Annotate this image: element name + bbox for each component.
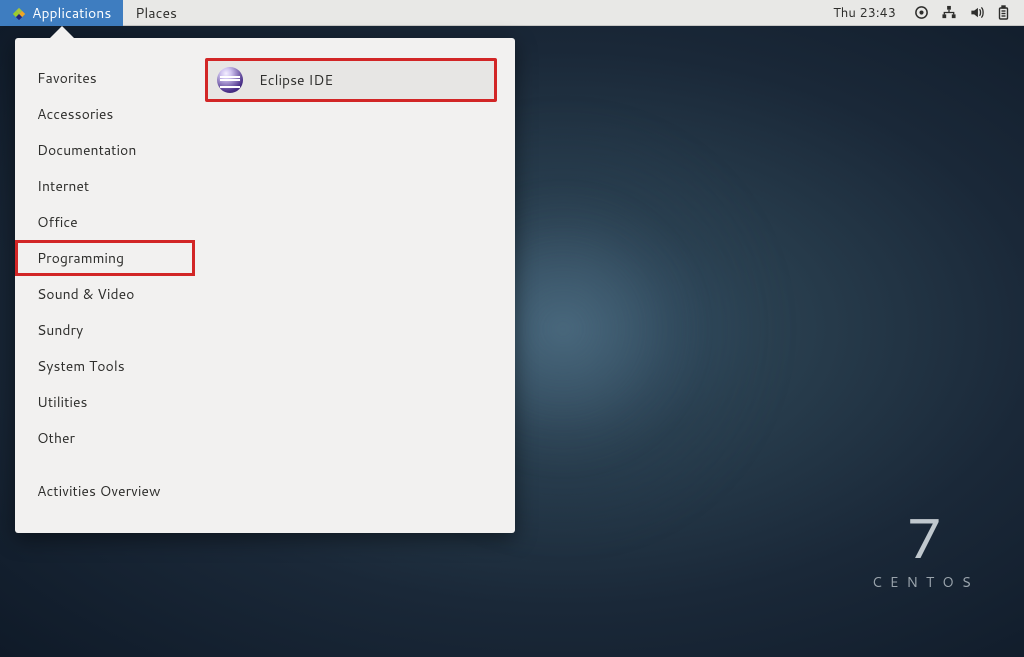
applications-label: Applications (32, 3, 111, 23)
category-item-utilities[interactable]: Utilities (15, 384, 195, 420)
places-label: Places (135, 3, 177, 23)
category-item-office[interactable]: Office (15, 204, 195, 240)
distro-icon (12, 6, 26, 20)
category-item-sundry[interactable]: Sundry (15, 312, 195, 348)
network-icon[interactable] (941, 5, 957, 20)
app-item-eclipse-ide[interactable]: Eclipse IDE (205, 58, 497, 102)
system-tray: Thu 23:43 (833, 4, 1024, 22)
menu-arrow (50, 26, 74, 38)
volume-icon[interactable] (969, 5, 985, 20)
places-menu-button[interactable]: Places (123, 0, 189, 26)
category-pane: FavoritesAccessoriesDocumentationInterne… (15, 38, 195, 533)
eclipse-icon (217, 67, 243, 93)
centos-version: 7 (872, 510, 979, 566)
activities-overview[interactable]: Activities Overview (15, 471, 195, 519)
applications-menu: FavoritesAccessoriesDocumentationInterne… (15, 38, 515, 533)
centos-branding: 7 CENTOS (872, 510, 979, 592)
category-item-documentation[interactable]: Documentation (15, 132, 195, 168)
category-item-accessories[interactable]: Accessories (15, 96, 195, 132)
clock[interactable]: Thu 23:43 (833, 4, 896, 22)
centos-name: CENTOS (872, 572, 979, 592)
top-panel: Applications Places Thu 23:43 (0, 0, 1024, 26)
category-item-programming[interactable]: Programming (15, 240, 195, 276)
category-item-other[interactable]: Other (15, 420, 195, 456)
battery-icon[interactable] (997, 5, 1010, 21)
app-item-label: Eclipse IDE (259, 70, 333, 90)
target-icon[interactable] (914, 5, 929, 20)
category-item-system-tools[interactable]: System Tools (15, 348, 195, 384)
category-item-sound-video[interactable]: Sound & Video (15, 276, 195, 312)
category-item-internet[interactable]: Internet (15, 168, 195, 204)
application-pane: Eclipse IDE (195, 38, 515, 533)
applications-menu-button[interactable]: Applications (0, 0, 123, 26)
category-item-favorites[interactable]: Favorites (15, 60, 195, 96)
